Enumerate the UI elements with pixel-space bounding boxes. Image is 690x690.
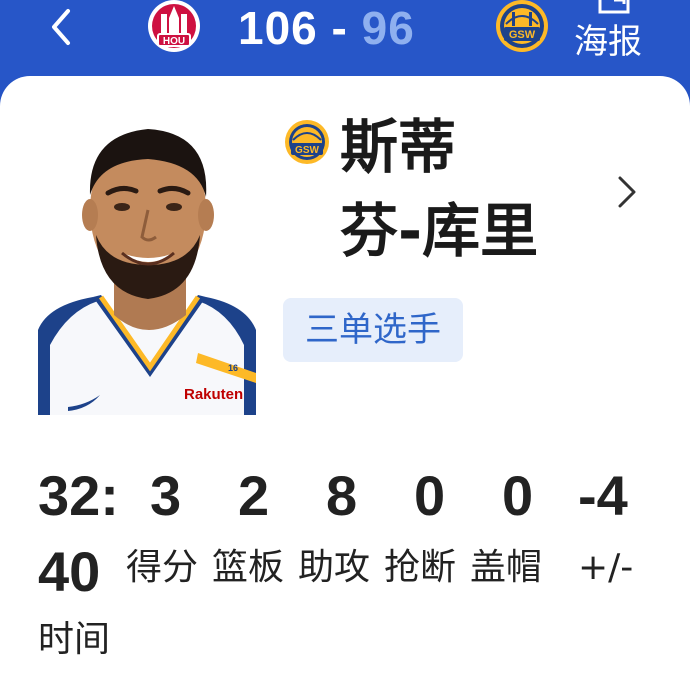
minutes-value: 32: xyxy=(38,464,119,527)
warriors-logo-icon: GSW xyxy=(496,0,548,52)
blocks-value: 0 xyxy=(502,464,534,527)
player-name-line2[interactable]: 芬-库里 xyxy=(340,196,538,266)
home-team-abbr: HOU xyxy=(163,36,185,47)
jersey-number: 16 xyxy=(228,363,238,373)
game-header: HOU 106 - 96 GSW 海报 xyxy=(0,0,690,80)
triple-double-badge: 三单选手 xyxy=(283,298,463,362)
away-team-abbr: GSW xyxy=(509,29,536,41)
scoreboard: 106 - 96 xyxy=(238,0,415,58)
poster-button[interactable]: 海报 xyxy=(570,0,660,70)
plus-minus-value: -4 xyxy=(578,464,628,527)
rebounds-value: 2 xyxy=(238,464,270,527)
jersey-sponsor: Rakuten xyxy=(184,386,243,403)
player-team-abbr: GSW xyxy=(295,145,319,156)
poster-label: 海报 xyxy=(574,22,642,62)
minutes-label: 时间 xyxy=(38,619,111,660)
share-poster-icon xyxy=(598,0,630,14)
rebounds-label: 篮板 xyxy=(212,547,285,588)
plus-minus-label: +/- xyxy=(578,547,634,588)
blocks-label: 盖帽 xyxy=(470,547,543,588)
home-team-logo[interactable]: HOU xyxy=(146,0,202,56)
points-label: 得分 xyxy=(126,547,199,588)
score-separator: - xyxy=(331,2,348,54)
chevron-left-icon xyxy=(52,9,70,45)
points-value: 3 xyxy=(150,464,182,527)
away-team-logo[interactable]: GSW xyxy=(494,0,550,56)
warriors-small-logo-icon: GSW xyxy=(285,120,329,164)
player-photo[interactable]: 16 Rakuten xyxy=(38,115,256,415)
steals-value: 0 xyxy=(414,464,446,527)
home-score: 106 xyxy=(238,2,318,54)
player-detail-button[interactable] xyxy=(612,172,642,212)
player-team-logo: GSW xyxy=(283,118,331,166)
back-button[interactable] xyxy=(38,4,84,50)
away-score: 96 xyxy=(361,2,415,54)
player-name-line1[interactable]: 斯蒂 xyxy=(340,112,456,182)
assists-label: 助攻 xyxy=(298,547,371,588)
player-portrait: 16 Rakuten xyxy=(38,129,256,415)
chevron-right-icon xyxy=(618,176,636,208)
minutes-value-line2: 40 xyxy=(38,540,101,603)
steals-label: 抢断 xyxy=(384,547,457,588)
rockets-logo-icon: HOU xyxy=(148,0,200,52)
assists-value: 8 xyxy=(326,464,358,527)
